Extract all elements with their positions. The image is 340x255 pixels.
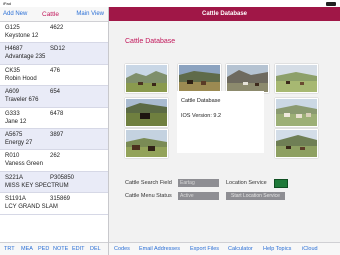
cattle-number: 262 bbox=[50, 153, 61, 160]
list-item[interactable]: A609 654 Traveler 676 bbox=[0, 86, 108, 108]
cattle-number: SD12 bbox=[50, 46, 66, 53]
ios-version: IOS Version: 9.2 bbox=[181, 113, 222, 119]
trt-button[interactable]: TRT bbox=[4, 246, 15, 252]
icloud-button[interactable]: iCloud bbox=[302, 246, 318, 252]
right-nav-title: Cattle Database bbox=[201, 11, 248, 17]
cattle-photo bbox=[125, 64, 168, 93]
cattle-name: Traveler 676 bbox=[5, 97, 39, 104]
menu-status-label: Cattle Menu Status bbox=[125, 193, 172, 199]
note-button[interactable]: NOTE bbox=[53, 246, 68, 252]
cattle-number: P305850 bbox=[50, 174, 75, 181]
cattle-number: 4622 bbox=[50, 25, 64, 31]
list-item[interactable]: R010 262 Vaness Green bbox=[0, 150, 108, 172]
cattle-name: Vaness Green bbox=[5, 161, 43, 168]
cattle-name: Robin Hood bbox=[5, 75, 37, 82]
cattle-photo bbox=[178, 64, 221, 93]
status-bar: iPad bbox=[0, 0, 340, 7]
cattle-name: Jane 12 bbox=[5, 118, 27, 125]
cattle-name: Keystone 12 bbox=[5, 33, 39, 39]
eartag: A5675 bbox=[5, 131, 23, 138]
search-field-label: Cattle Search Field bbox=[125, 180, 172, 186]
detail-pane: Cattle Database Cattle Database Cattle D… bbox=[109, 7, 340, 255]
list-item[interactable]: S221A P305850 MISS KEY SPECTRUM bbox=[0, 171, 108, 194]
cattle-name: MISS KEY SPECTRUM bbox=[5, 182, 69, 189]
left-toolbar: TRT MEA PED NOTE EDIT DEL bbox=[0, 242, 108, 255]
eartag: CK35 bbox=[5, 67, 21, 74]
calculator-button[interactable]: Calculator bbox=[228, 246, 253, 252]
cattle-name: Advantage 235 bbox=[5, 54, 46, 61]
location-service-toggle[interactable] bbox=[274, 179, 288, 188]
search-field-select[interactable]: Eartag bbox=[178, 179, 219, 187]
carrier-label: iPad bbox=[3, 1, 12, 6]
right-toolbar: Codes Email Addresses Export Files Calcu… bbox=[109, 242, 340, 255]
cattle-number: 315869 bbox=[50, 196, 71, 203]
delete-button[interactable]: DEL bbox=[90, 246, 101, 252]
left-nav-bar: Add New Cattle Main View bbox=[0, 7, 108, 22]
cattle-number: 654 bbox=[50, 89, 61, 96]
cattle-name: Energy 27 bbox=[5, 139, 33, 146]
eartag: R010 bbox=[5, 153, 20, 160]
list-item[interactable]: H4687 SD12 Advantage 235 bbox=[0, 43, 108, 65]
help-topics-button[interactable]: Help Topics bbox=[263, 246, 291, 252]
cattle-photo bbox=[275, 129, 318, 158]
cattle-number: 476 bbox=[50, 67, 61, 74]
cattle-number: 3897 bbox=[50, 131, 64, 138]
add-new-button[interactable]: Add New bbox=[3, 11, 27, 17]
cattle-list-pane: Add New Cattle Main View G125 4622 Keyst… bbox=[0, 7, 109, 255]
list-item[interactable]: A5675 3897 Energy 27 bbox=[0, 128, 108, 151]
cattle-name: LCY GRAND SLAM bbox=[5, 204, 58, 211]
cattle-photo bbox=[125, 129, 168, 158]
list-item[interactable]: G125 4622 Keystone 12 bbox=[0, 22, 108, 44]
cattle-photo bbox=[226, 64, 269, 93]
menu-status-select[interactable]: Active bbox=[178, 192, 219, 200]
list-item[interactable]: G333 6478 Jane 12 bbox=[0, 108, 108, 129]
email-addresses-button[interactable]: Email Addresses bbox=[139, 246, 180, 252]
eartag: G333 bbox=[5, 110, 20, 117]
cattle-number: 6478 bbox=[50, 110, 64, 117]
edit-button[interactable]: EDIT bbox=[72, 246, 85, 252]
app-info-box: Cattle Database IOS Version: 9.2 bbox=[177, 91, 264, 153]
cattle-photo bbox=[125, 98, 168, 127]
eartag: S1191A bbox=[5, 196, 26, 203]
export-files-button[interactable]: Export Files bbox=[190, 246, 219, 252]
right-nav-bar: Cattle Database bbox=[109, 7, 340, 21]
cattle-photo bbox=[275, 98, 318, 127]
battery-icon bbox=[324, 1, 336, 6]
eartag: S221A bbox=[5, 174, 24, 181]
page-title: Cattle Database bbox=[125, 38, 176, 45]
list-item[interactable]: CK35 476 Robin Hood bbox=[0, 65, 108, 87]
eartag: G125 bbox=[5, 25, 20, 31]
location-service-label: Location Service bbox=[226, 180, 267, 186]
info-title: Cattle Database bbox=[181, 98, 221, 104]
left-nav-title: Cattle bbox=[42, 11, 59, 18]
list-item[interactable]: S1191A 315869 LCY GRAND SLAM bbox=[0, 193, 108, 215]
cattle-list: G125 4622 Keystone 12 H4687 SD12 Advanta… bbox=[0, 22, 108, 215]
mea-button[interactable]: MEA bbox=[21, 246, 33, 252]
start-location-button[interactable]: Start Location Service bbox=[226, 192, 285, 200]
cattle-photo bbox=[275, 64, 318, 93]
main-view-button[interactable]: Main View bbox=[76, 11, 104, 17]
codes-button[interactable]: Codes bbox=[114, 246, 130, 252]
eartag: A609 bbox=[5, 89, 20, 96]
ped-button[interactable]: PED bbox=[38, 246, 49, 252]
eartag: H4687 bbox=[5, 46, 23, 53]
